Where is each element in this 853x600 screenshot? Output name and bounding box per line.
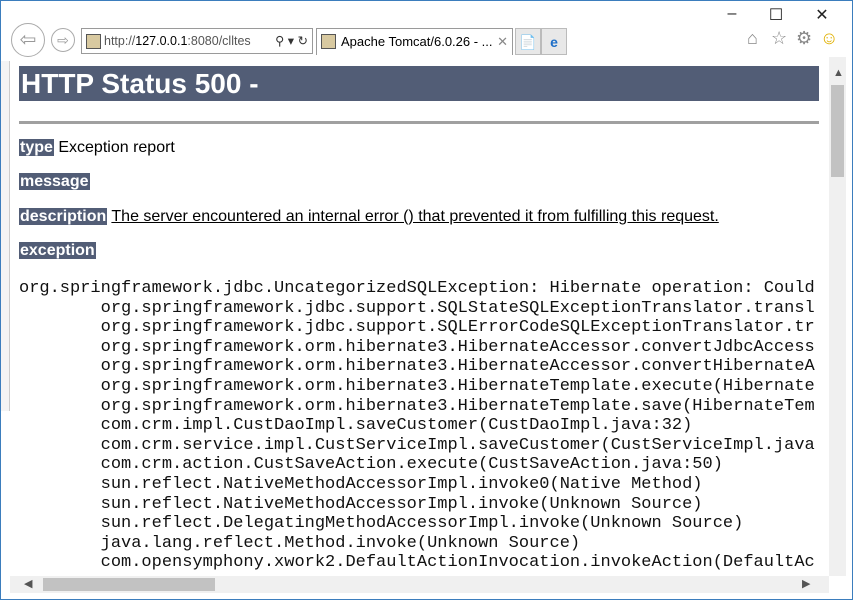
address-host: 127.0.0.1 [135, 34, 188, 48]
minimize-button[interactable]: – [712, 5, 752, 23]
favorites-star-icon[interactable]: ☆ [771, 28, 787, 49]
stack-trace: org.springframework.jdbc.UncategorizedSQ… [19, 279, 815, 573]
tomcat-favicon-icon [86, 34, 101, 49]
vertical-scroll-thumb[interactable] [831, 85, 844, 177]
browser-window: – ☐ ✕ ⇦ ⇨ http://127.0.0.1:8080/clltes ⚲… [0, 0, 853, 600]
page-title: HTTP Status 500 - [19, 66, 819, 101]
forward-arrow-icon: ⇨ [57, 32, 69, 48]
type-row: type Exception report [19, 139, 175, 157]
description-label: description [19, 208, 108, 225]
scroll-left-icon[interactable]: ◀ [24, 577, 32, 590]
stack-trace-line: com.crm.action.CustSaveAction.execute(Cu… [19, 455, 723, 475]
tab-apache-tomcat[interactable]: Apache Tomcat/6.0.26 - ... ✕ [316, 28, 513, 55]
stack-trace-line: org.springframework.jdbc.support.SQLStat… [19, 298, 815, 318]
forward-button[interactable]: ⇨ [51, 28, 75, 52]
stack-trace-line: org.springframework.orm.hibernate3.Hiber… [19, 396, 815, 416]
settings-gear-icon[interactable]: ⚙ [796, 28, 812, 49]
new-tab-icon: 📄 [519, 34, 537, 50]
home-icon[interactable]: ⌂ [747, 28, 758, 49]
edge-button[interactable]: e [541, 28, 567, 55]
stack-trace-line: sun.reflect.NativeMethodAccessorImpl.inv… [19, 474, 703, 494]
back-button[interactable]: ⇦ [11, 23, 45, 57]
tab-title: Apache Tomcat/6.0.26 - ... [341, 34, 493, 49]
back-arrow-icon: ⇦ [19, 29, 37, 51]
vertical-scrollbar[interactable]: ▲ [829, 57, 846, 576]
stack-trace-line: com.opensymphony.xwork2.DefaultActionInv… [19, 553, 815, 573]
stack-trace-line: sun.reflect.NativeMethodAccessorImpl.inv… [19, 494, 703, 514]
scroll-up-icon[interactable]: ▲ [833, 67, 844, 79]
stack-trace-line: org.springframework.jdbc.UncategorizedSQ… [19, 279, 815, 298]
address-prefix: http:// [104, 34, 136, 48]
page-content: HTTP Status 500 - type Exception report … [10, 57, 829, 576]
horizontal-scrollbar[interactable]: ◀ ▶ [10, 576, 829, 593]
background-window-edge [1, 61, 10, 411]
scroll-right-icon[interactable]: ▶ [802, 577, 810, 590]
stack-trace-line: com.crm.impl.CustDaoImpl.saveCustomer(Cu… [19, 416, 693, 436]
exception-label: exception [19, 242, 96, 259]
stack-trace-line: org.springframework.orm.hibernate3.Hiber… [19, 357, 815, 377]
divider [19, 121, 819, 124]
tab-close-icon[interactable]: ✕ [497, 29, 508, 55]
tomcat-favicon-icon [321, 34, 336, 49]
description-row: description The server encountered an in… [19, 208, 719, 226]
address-path: :8080/clltes [187, 34, 251, 48]
stack-trace-line: org.springframework.orm.hibernate3.Hiber… [19, 337, 815, 357]
type-value: Exception report [58, 139, 175, 156]
message-label: message [19, 173, 90, 190]
close-button[interactable]: ✕ [802, 5, 842, 25]
new-tab-button[interactable]: 📄 [515, 28, 541, 55]
stack-trace-line: sun.reflect.DelegatingMethodAccessorImpl… [19, 514, 744, 534]
description-value: The server encountered an internal error… [111, 208, 719, 225]
maximize-button[interactable]: ☐ [756, 5, 796, 25]
stack-trace-line: org.springframework.jdbc.support.SQLErro… [19, 318, 815, 338]
edge-icon: e [550, 34, 558, 50]
stack-trace-line: java.lang.reflect.Method.invoke(Unknown … [19, 533, 581, 553]
horizontal-scroll-thumb[interactable] [43, 578, 215, 591]
type-label: type [19, 139, 54, 156]
stack-trace-line: com.crm.service.impl.CustServiceImpl.sav… [19, 435, 815, 455]
smiley-feedback-icon[interactable]: ☺ [820, 28, 838, 49]
message-row: message [19, 173, 90, 191]
exception-row: exception [19, 242, 96, 260]
stack-trace-line: org.springframework.orm.hibernate3.Hiber… [19, 376, 815, 396]
address-bar[interactable]: http://127.0.0.1:8080/clltes ⚲ ▾ ↻ [81, 28, 313, 54]
search-refresh-icons[interactable]: ⚲ ▾ ↻ [272, 29, 308, 53]
